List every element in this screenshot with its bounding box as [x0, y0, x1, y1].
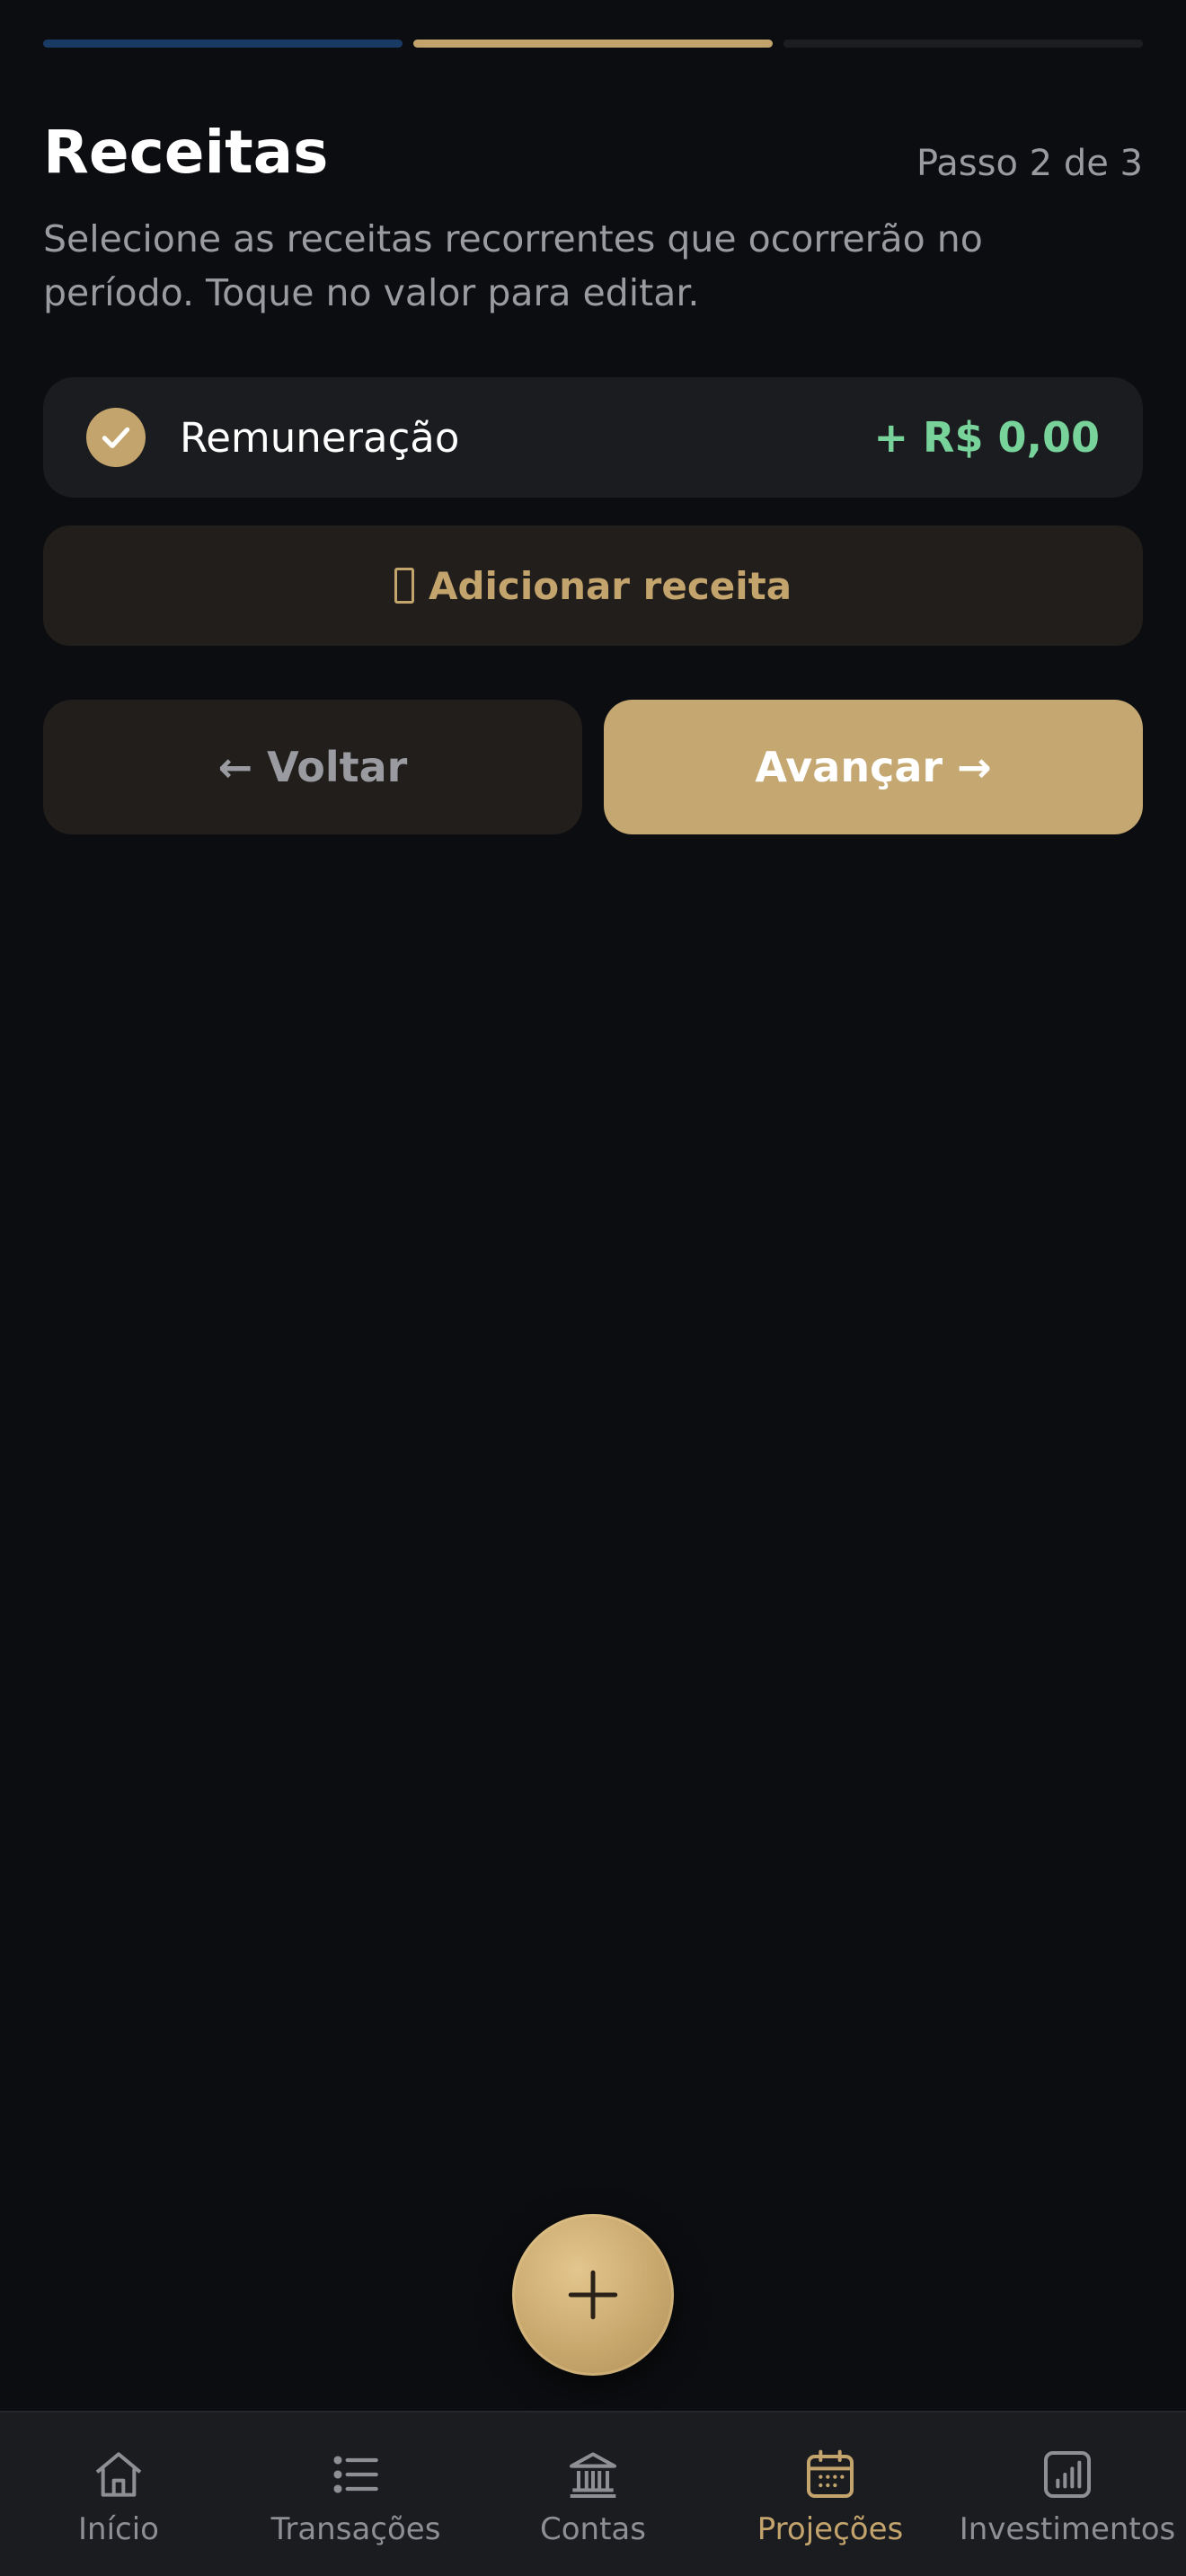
nav-item-investimentos[interactable]: Investimentos — [949, 2413, 1186, 2576]
list-icon — [326, 2445, 385, 2504]
progress-step-1 — [43, 40, 403, 48]
nav-label: Transações — [270, 2511, 441, 2547]
income-item-value[interactable]: + R$ 0,00 — [874, 413, 1101, 462]
step-progress — [43, 40, 1143, 48]
income-item-remuneracao[interactable]: Remuneração + R$ 0,00 — [43, 377, 1143, 498]
nav-label: Início — [78, 2511, 159, 2547]
add-income-button[interactable]: Adicionar receita — [43, 525, 1143, 646]
nav-label: Contas — [540, 2511, 646, 2547]
nav-label: Projeções — [757, 2511, 904, 2547]
income-item-name: Remuneração — [180, 413, 460, 462]
calendar-icon — [801, 2445, 860, 2504]
page-title: Receitas — [43, 118, 329, 187]
home-icon — [89, 2445, 148, 2504]
nav-label: Investimentos — [959, 2511, 1176, 2547]
bottom-nav: Início Transações Contas Projeções Inves… — [0, 2411, 1186, 2576]
fab-add-button[interactable] — [512, 2214, 674, 2376]
page-subtitle: Selecione as receitas recorrentes que oc… — [43, 217, 983, 314]
progress-step-3 — [783, 40, 1143, 48]
nav-item-transacoes[interactable]: Transações — [237, 2413, 474, 2576]
nav-item-projecoes[interactable]: Projeções — [712, 2413, 949, 2576]
page: Receitas Passo 2 de 3 Selecione as recei… — [0, 0, 1186, 2576]
add-income-label: Adicionar receita — [428, 563, 792, 608]
check-icon[interactable] — [86, 408, 146, 467]
back-button[interactable]: ← Voltar — [43, 700, 582, 834]
next-button[interactable]: Avançar → — [604, 700, 1143, 834]
plus-icon — [568, 2270, 618, 2320]
nav-item-contas[interactable]: Contas — [474, 2413, 712, 2576]
step-indicator: Passo 2 de 3 — [916, 143, 1143, 184]
chart-icon — [1038, 2445, 1097, 2504]
missing-glyph-icon — [394, 568, 414, 604]
progress-step-2 — [413, 40, 773, 48]
nav-item-inicio[interactable]: Início — [0, 2413, 237, 2576]
bank-icon — [563, 2445, 623, 2504]
